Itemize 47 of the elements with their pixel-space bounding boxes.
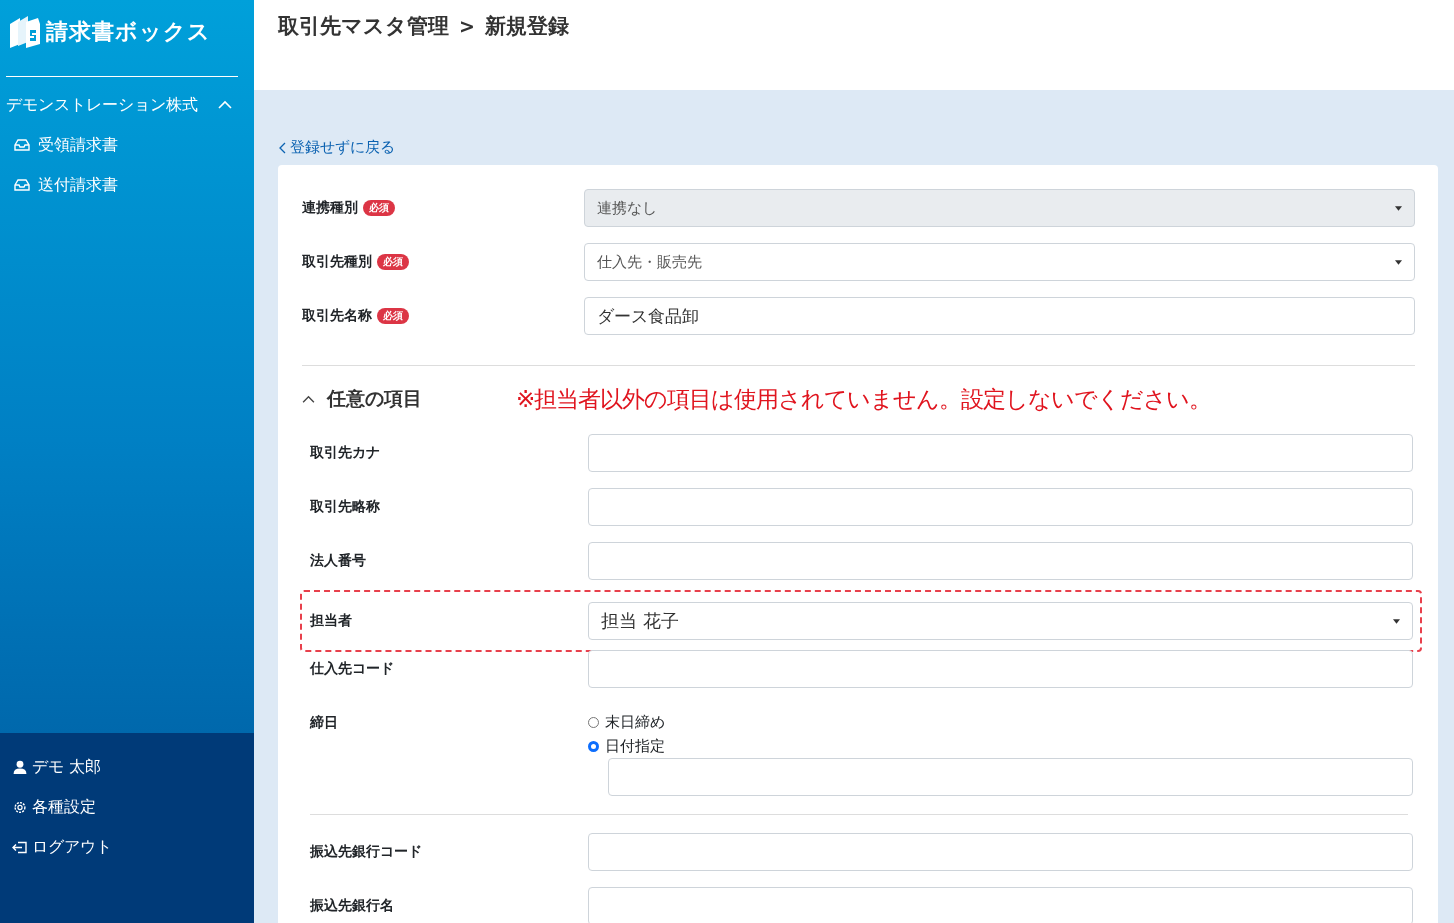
field-label: 振込先銀行コード [310,843,422,861]
field-label: 振込先銀行名 [310,897,394,915]
field-label: 連携種別 [302,199,358,217]
caret-icon [1395,205,1402,211]
field-label: 法人番号 [310,552,366,570]
input-field[interactable] [588,833,1413,871]
settings-icon [12,799,28,815]
input-field[interactable] [588,887,1413,923]
sidebar-footer-link[interactable]: 各種設定 [12,795,96,819]
field-label: 取引先名称 [302,307,372,325]
inbox-icon [14,139,30,151]
radio-option[interactable]: 末日締め [588,710,665,734]
required-badge: 必須 [377,254,409,270]
radio-option[interactable]: 日付指定 [588,734,665,758]
logout-icon [12,839,28,855]
required-badge: 必須 [363,200,395,216]
sidebar-footer-link[interactable]: ログアウト [12,835,112,859]
field-label: 仕入先コード [310,660,394,678]
chevron-icon [302,394,315,404]
field-label: 担当者 [310,612,352,630]
field-label: 取引先種別 [302,253,372,271]
field-label: 取引先カナ [310,444,380,462]
back-link[interactable]: 登録せずに戻る [278,138,395,157]
input-field[interactable] [588,542,1413,580]
input-field[interactable] [608,758,1413,796]
user-icon [12,759,28,775]
app-logo-text: 請求書ボックス [46,18,211,46]
input-field[interactable]: ダース食品卸 [584,297,1415,335]
inbox-icon [14,179,30,191]
warning-notice: ※担当者以外の項目は使用されていません。設定しないでください。 [516,384,1212,414]
breadcrumb-item: 新規登録 [484,13,569,40]
select-field[interactable]: 担当 花子 [588,602,1413,640]
input-field[interactable] [588,488,1413,526]
field-label: 締日 [310,714,338,732]
section-toggle[interactable]: 任意の項目 [302,386,516,412]
breadcrumb-item: 取引先マスタ管理 [278,13,449,40]
sidebar-footer-link[interactable]: デモ 太郎 [12,755,102,779]
chevron-icon [218,100,232,110]
field-label: 取引先略称 [310,498,380,516]
caret-icon [1395,259,1402,265]
breadcrumb-separator: > [459,15,475,37]
required-badge: 必須 [377,308,409,324]
input-field[interactable] [588,650,1413,688]
input-field[interactable] [588,434,1413,472]
caret-icon [1393,618,1400,624]
chevron-left-icon [278,141,286,154]
select-field[interactable]: 仕入先・販売先 [584,243,1415,281]
